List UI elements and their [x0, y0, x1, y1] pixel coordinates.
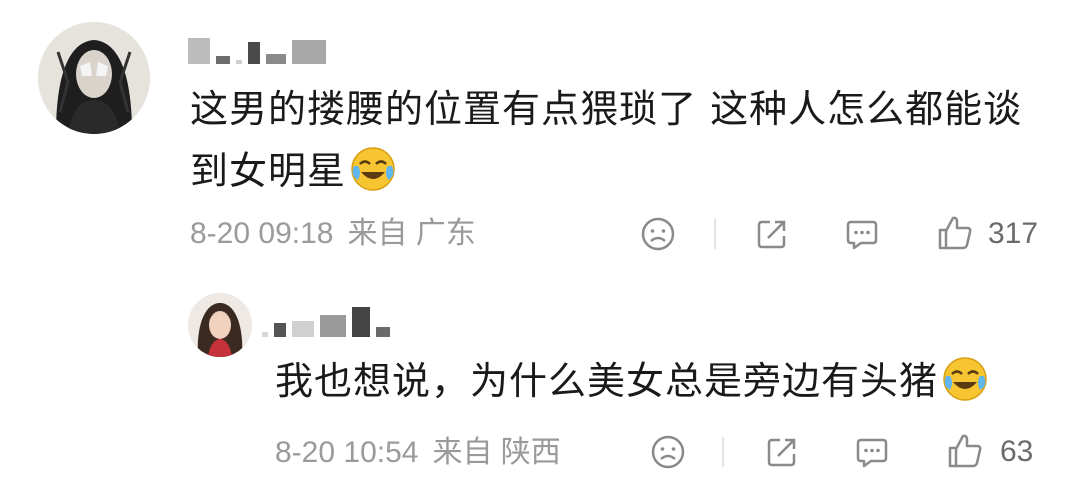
comment-bubble-icon[interactable] [852, 432, 892, 472]
username-redacted[interactable] [262, 303, 390, 337]
sad-face-icon[interactable] [648, 432, 688, 472]
avatar-image [38, 22, 150, 134]
avatar[interactable] [188, 293, 252, 357]
laugh-cry-emoji [942, 356, 988, 402]
divider [722, 437, 724, 467]
comment-text: 我也想说，为什么美女总是旁边有头猪 [275, 350, 1065, 412]
avatar-image [188, 293, 252, 357]
comment-date: 8-20 10:54 [275, 436, 419, 469]
thumbs-up-icon[interactable] [934, 212, 976, 254]
comment-meta: 8-20 10:54 来自 陕西 [275, 433, 561, 473]
sad-face-icon[interactable] [638, 214, 678, 254]
like-count: 63 [1000, 435, 1034, 468]
share-icon[interactable] [752, 214, 792, 254]
comment-location: 来自 广东 [347, 217, 476, 250]
share-icon[interactable] [762, 432, 802, 472]
comment-text: 这男的搂腰的位置有点猥琐了 这种人怎么都能谈到女明星 [190, 87, 1023, 193]
thumbs-up-icon[interactable] [944, 430, 986, 472]
comment-location: 来自 陕西 [432, 436, 561, 469]
comment-meta: 8-20 09:18 来自 广东 [190, 214, 476, 254]
like-count: 317 [988, 217, 1039, 250]
laugh-cry-emoji [350, 146, 396, 192]
divider [714, 219, 716, 249]
comment-bubble-icon[interactable] [842, 214, 882, 254]
username-redacted[interactable] [188, 30, 326, 64]
avatar[interactable] [38, 22, 150, 134]
comment-date: 8-20 09:18 [190, 217, 334, 250]
